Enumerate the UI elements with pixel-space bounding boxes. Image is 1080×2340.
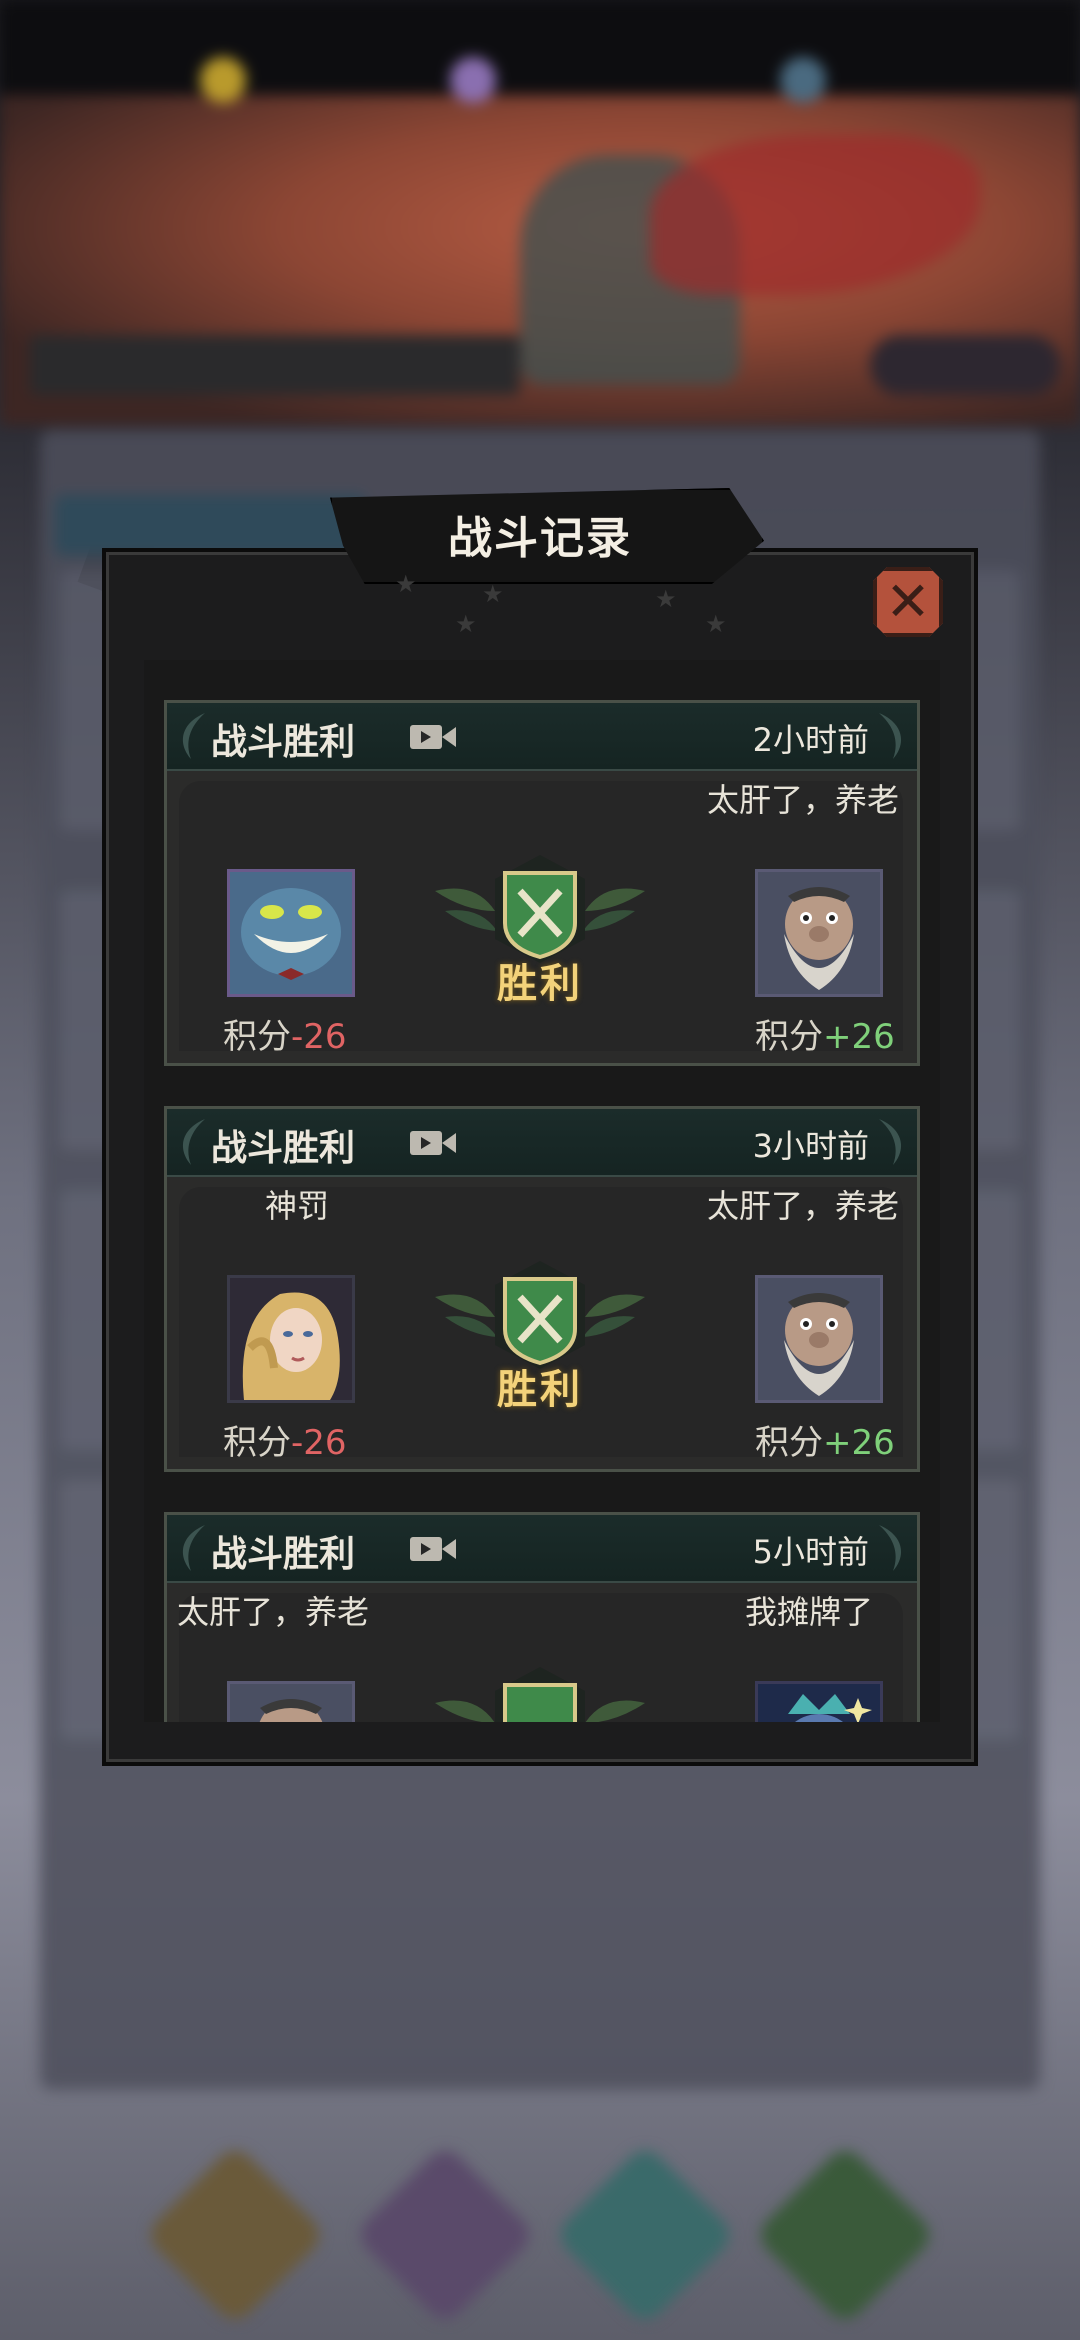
record-result: 战斗胜利 bbox=[211, 722, 356, 763]
victory-label: 胜利 bbox=[497, 1367, 583, 1413]
left-player-name: 神罚 bbox=[265, 1187, 330, 1225]
blonde-woman-portrait-icon bbox=[230, 1278, 352, 1400]
record-time: 5小时前 bbox=[752, 1533, 869, 1571]
right-player-name: 太肝了，养老 bbox=[707, 1187, 900, 1225]
record-card: 战斗胜利 3小时前 神罚 太肝了，养老 积分-26 胜利 积分+26 bbox=[164, 1106, 920, 1472]
record-body: 太肝了，养老 我摊牌了 bbox=[177, 1593, 903, 1722]
record-card: 战斗胜利 2小时前 太肝了，养老 积分-26 胜利 积分+26 bbox=[164, 700, 920, 1066]
left-player-name: 太肝了，养老 bbox=[177, 1593, 370, 1631]
star-ornament-icon: ★ bbox=[455, 610, 477, 638]
victory-label: 胜利 bbox=[497, 961, 583, 1007]
star-ornament-icon: ★ bbox=[482, 580, 504, 608]
dialog-title: 战斗记录 bbox=[448, 513, 632, 564]
star-ornament-icon: ★ bbox=[395, 570, 417, 598]
close-button[interactable]: ✕ bbox=[873, 567, 943, 637]
dwarf-portrait-icon bbox=[758, 872, 880, 994]
leaf-ornament-icon bbox=[182, 1525, 205, 1571]
background-tab bbox=[55, 495, 365, 555]
leaf-ornament-icon bbox=[182, 1119, 205, 1165]
gold-resource bbox=[200, 55, 246, 105]
video-replay-icon[interactable] bbox=[409, 723, 457, 751]
close-icon: ✕ bbox=[885, 570, 931, 633]
record-header: 战斗胜利 5小时前 bbox=[167, 1515, 917, 1583]
record-time: 2小时前 bbox=[752, 721, 869, 759]
right-score: 积分+26 bbox=[755, 1423, 895, 1463]
grinning-creature-icon bbox=[230, 872, 352, 994]
notice-strip bbox=[30, 335, 520, 395]
leaf-ornament-icon bbox=[879, 713, 902, 759]
left-player-avatar[interactable] bbox=[227, 869, 355, 997]
left-score: 积分-26 bbox=[223, 1017, 347, 1057]
left-player-avatar[interactable] bbox=[227, 1275, 355, 1403]
dwarf-portrait-icon bbox=[230, 1684, 352, 1722]
star-ornament-icon: ★ bbox=[705, 610, 727, 638]
leaf-ornament-icon bbox=[182, 713, 205, 759]
right-player-name: 太肝了，养老 bbox=[707, 781, 900, 819]
record-result: 战斗胜利 bbox=[211, 1534, 356, 1575]
bottom-navigation bbox=[0, 2130, 1080, 2340]
record-header: 战斗胜利 3小时前 bbox=[167, 1109, 917, 1177]
energy-resource bbox=[780, 55, 826, 105]
star-ornament-icon: ★ bbox=[655, 585, 677, 613]
gem-resource bbox=[450, 55, 496, 105]
record-list[interactable]: 战斗胜利 2小时前 太肝了，养老 积分-26 胜利 积分+26 战斗胜利 3小时… bbox=[144, 660, 940, 1722]
record-time: 3小时前 bbox=[752, 1127, 869, 1165]
record-body: 太肝了，养老 积分-26 胜利 积分+26 bbox=[179, 781, 903, 1057]
dwarf-portrait-icon bbox=[758, 1278, 880, 1400]
ticket-counter bbox=[870, 335, 1060, 395]
leaf-ornament-icon bbox=[879, 1525, 902, 1571]
video-replay-icon[interactable] bbox=[409, 1129, 457, 1157]
status-bar bbox=[0, 0, 1080, 95]
crowned-creature-portrait-icon bbox=[758, 1684, 880, 1722]
left-score: 积分-26 bbox=[223, 1423, 347, 1463]
right-player-avatar[interactable] bbox=[755, 869, 883, 997]
video-replay-icon[interactable] bbox=[409, 1535, 457, 1563]
right-player-avatar[interactable] bbox=[755, 1275, 883, 1403]
right-score: 积分+26 bbox=[755, 1017, 895, 1057]
record-card: 战斗胜利 5小时前 太肝了，养老 我摊牌了 bbox=[164, 1512, 920, 1722]
left-player-avatar[interactable] bbox=[227, 1681, 355, 1722]
leaf-ornament-icon bbox=[879, 1119, 902, 1165]
record-body: 神罚 太肝了，养老 积分-26 胜利 积分+26 bbox=[179, 1187, 903, 1463]
record-header: 战斗胜利 2小时前 bbox=[167, 703, 917, 771]
right-player-avatar[interactable] bbox=[755, 1681, 883, 1722]
right-player-name: 我摊牌了 bbox=[745, 1593, 874, 1631]
victory-emblem-icon bbox=[435, 1667, 645, 1722]
record-result: 战斗胜利 bbox=[211, 1128, 356, 1169]
